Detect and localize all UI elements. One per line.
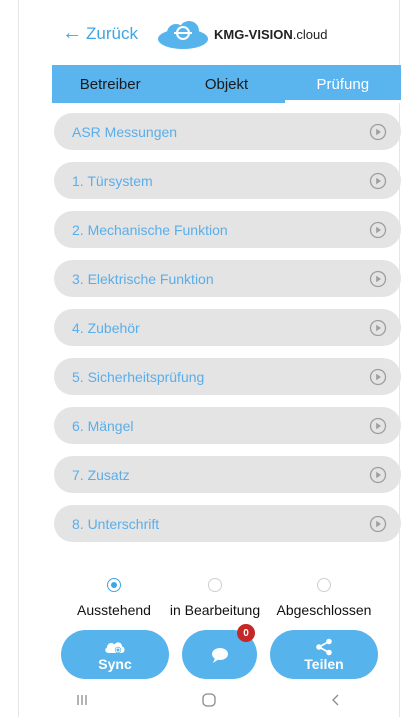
section-label: 1. Türsystem <box>72 172 153 189</box>
section-label: 7. Zusatz <box>72 466 130 483</box>
back-arrow-icon: ← <box>62 22 82 44</box>
back-button[interactable]: ← Zurück <box>62 22 138 44</box>
section-list: ASR Messungen 1. Türsystem 2. Mechanisch… <box>54 113 401 554</box>
section-sicherheitspruefung[interactable]: 5. Sicherheitsprüfung <box>54 358 401 395</box>
play-circle-icon <box>369 172 387 189</box>
share-button[interactable]: Teilen <box>270 630 378 679</box>
action-bar: Sync 0 Teilen <box>19 624 399 680</box>
section-unterschrift[interactable]: 8. Unterschrift <box>54 505 401 542</box>
cloud-logo-icon <box>158 21 208 49</box>
recent-apps-button[interactable] <box>62 693 102 712</box>
section-asr-messungen[interactable]: ASR Messungen <box>54 113 401 150</box>
section-maengel[interactable]: 6. Mängel <box>54 407 401 444</box>
brand-bold: KMG-VISION <box>214 27 293 42</box>
notification-badge: 0 <box>237 624 255 642</box>
section-zubehoer[interactable]: 4. Zubehör <box>54 309 401 346</box>
radio-unselected[interactable] <box>208 578 222 592</box>
back-label: Zurück <box>86 24 138 43</box>
play-circle-icon <box>369 466 387 483</box>
play-circle-icon <box>369 221 387 238</box>
section-label: 6. Mängel <box>72 417 134 434</box>
brand-name: KMG-VISION.cloud <box>214 27 327 42</box>
chevron-left-icon <box>331 694 339 706</box>
section-label: 8. Unterschrift <box>72 515 160 532</box>
cloud-sync-icon <box>105 641 125 653</box>
section-zusatz[interactable]: 7. Zusatz <box>54 456 401 493</box>
section-label: 5. Sicherheitsprüfung <box>72 368 205 385</box>
tab-objekt[interactable]: Objekt <box>168 65 284 103</box>
status-label: Abgeschlossen <box>276 602 372 618</box>
home-button[interactable] <box>189 692 229 713</box>
section-tuersystem[interactable]: 1. Türsystem <box>54 162 401 199</box>
sync-label: Sync <box>98 655 132 672</box>
section-mechanische-funktion[interactable]: 2. Mechanische Funktion <box>54 211 401 248</box>
brand-suffix: .cloud <box>292 27 328 42</box>
chat-button[interactable]: 0 <box>182 624 257 679</box>
share-label: Teilen <box>304 655 344 672</box>
tab-bar: Betreiber Objekt Prüfung <box>52 65 402 103</box>
back-nav-button[interactable] <box>316 693 356 712</box>
share-icon <box>316 638 332 655</box>
system-nav-bar <box>19 688 399 717</box>
radio-unselected[interactable] <box>317 578 331 592</box>
tab-betreiber[interactable]: Betreiber <box>52 65 168 103</box>
status-radio-group: Ausstehend in Bearbeitung Abgeschlossen <box>19 578 399 638</box>
tab-pruefung[interactable]: Prüfung <box>284 65 402 103</box>
play-circle-icon <box>369 368 387 385</box>
play-circle-icon <box>369 417 387 434</box>
radio-selected[interactable] <box>107 578 121 592</box>
play-circle-icon <box>369 515 387 532</box>
play-circle-icon <box>369 123 387 140</box>
play-circle-icon <box>369 319 387 336</box>
play-circle-icon <box>369 270 387 287</box>
sync-button[interactable]: Sync <box>61 630 169 679</box>
section-label: 3. Elektrische Funktion <box>72 270 214 287</box>
section-label: 4. Zubehör <box>72 319 140 336</box>
header: ← Zurück KMG-VISION.cloud <box>19 0 399 64</box>
section-elektrische-funktion[interactable]: 3. Elektrische Funktion <box>54 260 401 297</box>
section-label: ASR Messungen <box>72 123 178 140</box>
recent-apps-icon <box>77 695 87 705</box>
chat-bubble-icon <box>211 647 228 663</box>
status-abgeschlossen[interactable]: Abgeschlossen <box>259 578 389 618</box>
section-label: 2. Mechanische Funktion <box>72 221 228 238</box>
app-frame: ← Zurück KMG-VISION.cloud Betreiber Obje… <box>18 0 402 717</box>
home-icon <box>202 693 216 707</box>
